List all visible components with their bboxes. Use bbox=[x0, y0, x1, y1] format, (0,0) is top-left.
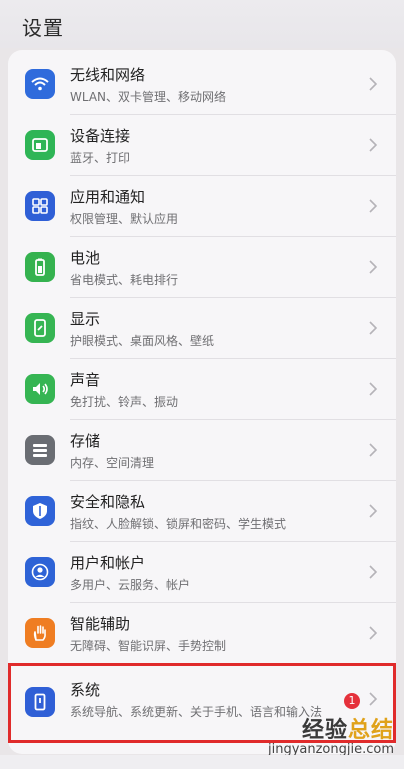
divider bbox=[70, 236, 396, 237]
chevron-right-icon bbox=[368, 381, 378, 397]
settings-item-storage[interactable]: 存储 内存、空间清理 bbox=[8, 421, 396, 481]
navigation-bar bbox=[0, 755, 404, 769]
divider bbox=[70, 175, 396, 176]
chevron-right-icon bbox=[368, 503, 378, 519]
settings-item-users-accounts[interactable]: 用户和帐户 多用户、云服务、帐户 bbox=[8, 543, 396, 603]
settings-item-title: 无线和网络 bbox=[70, 66, 146, 84]
settings-item-title: 智能辅助 bbox=[70, 615, 131, 633]
settings-item-subtitle: 省电模式、耗电排行 bbox=[70, 273, 179, 287]
divider bbox=[70, 114, 396, 115]
settings-item-title: 用户和帐户 bbox=[70, 554, 146, 572]
title-bar: 设置 bbox=[0, 0, 404, 48]
settings-item-apps-notifications[interactable]: 应用和通知 权限管理、默认应用 bbox=[8, 177, 396, 237]
settings-item-title: 电池 bbox=[70, 249, 101, 267]
user-icon bbox=[25, 557, 55, 587]
hand-icon bbox=[25, 618, 55, 648]
display-icon bbox=[25, 313, 55, 343]
settings-item-wireless-network[interactable]: 无线和网络 WLAN、双卡管理、移动网络 bbox=[8, 55, 396, 115]
chevron-right-icon bbox=[368, 137, 378, 153]
divider bbox=[70, 480, 396, 481]
chevron-right-icon bbox=[368, 625, 378, 641]
storage-icon bbox=[25, 435, 55, 465]
chevron-right-icon bbox=[368, 442, 378, 458]
chevron-right-icon bbox=[368, 76, 378, 92]
settings-item-device-connection[interactable]: 设备连接 蓝牙、打印 bbox=[8, 116, 396, 176]
settings-item-security-privacy[interactable]: 安全和隐私 指纹、人脸解锁、锁屏和密码、学生模式 bbox=[8, 482, 396, 542]
settings-item-sound[interactable]: 声音 免打扰、铃声、振动 bbox=[8, 360, 396, 420]
settings-item-title: 存储 bbox=[70, 432, 101, 450]
settings-item-subtitle: 护眼模式、桌面风格、壁纸 bbox=[70, 334, 215, 348]
settings-item-subtitle: WLAN、双卡管理、移动网络 bbox=[70, 90, 227, 104]
divider bbox=[70, 297, 396, 298]
device-connection-icon bbox=[25, 130, 55, 160]
chevron-right-icon bbox=[368, 259, 378, 275]
settings-item-title: 设备连接 bbox=[70, 127, 131, 145]
chevron-right-icon bbox=[368, 564, 378, 580]
divider bbox=[70, 419, 396, 420]
page-title: 设置 bbox=[22, 16, 64, 40]
settings-item-smart-assistance[interactable]: 智能辅助 无障碍、智能识屏、手势控制 bbox=[8, 604, 396, 664]
divider bbox=[70, 541, 396, 542]
wifi-icon bbox=[25, 69, 55, 99]
chevron-right-icon bbox=[368, 198, 378, 214]
chevron-right-icon bbox=[368, 320, 378, 336]
apps-icon bbox=[25, 191, 55, 221]
settings-item-title: 显示 bbox=[70, 310, 101, 328]
settings-item-battery[interactable]: 电池 省电模式、耗电排行 bbox=[8, 238, 396, 298]
settings-item-title: 应用和通知 bbox=[70, 188, 146, 206]
shield-icon bbox=[25, 496, 55, 526]
battery-icon bbox=[25, 252, 55, 282]
settings-item-title: 安全和隐私 bbox=[70, 493, 146, 511]
divider bbox=[70, 358, 396, 359]
settings-item-subtitle: 内存、空间清理 bbox=[70, 456, 155, 470]
sound-icon bbox=[25, 374, 55, 404]
settings-item-subtitle: 指纹、人脸解锁、锁屏和密码、学生模式 bbox=[70, 517, 287, 531]
settings-item-subtitle: 免打扰、铃声、振动 bbox=[70, 395, 179, 409]
watermark: 经验总结 jingyanzongjie.com bbox=[268, 712, 394, 757]
watermark-title: 经验总结 bbox=[301, 718, 394, 743]
settings-item-display[interactable]: 显示 护眼模式、桌面风格、壁纸 bbox=[8, 299, 396, 359]
settings-item-subtitle: 蓝牙、打印 bbox=[70, 151, 131, 165]
settings-item-title: 声音 bbox=[70, 371, 101, 389]
settings-item-subtitle: 权限管理、默认应用 bbox=[70, 212, 179, 226]
settings-item-subtitle: 多用户、云服务、帐户 bbox=[70, 578, 191, 592]
divider bbox=[70, 602, 396, 603]
settings-item-subtitle: 无障碍、智能识屏、手势控制 bbox=[70, 639, 227, 653]
